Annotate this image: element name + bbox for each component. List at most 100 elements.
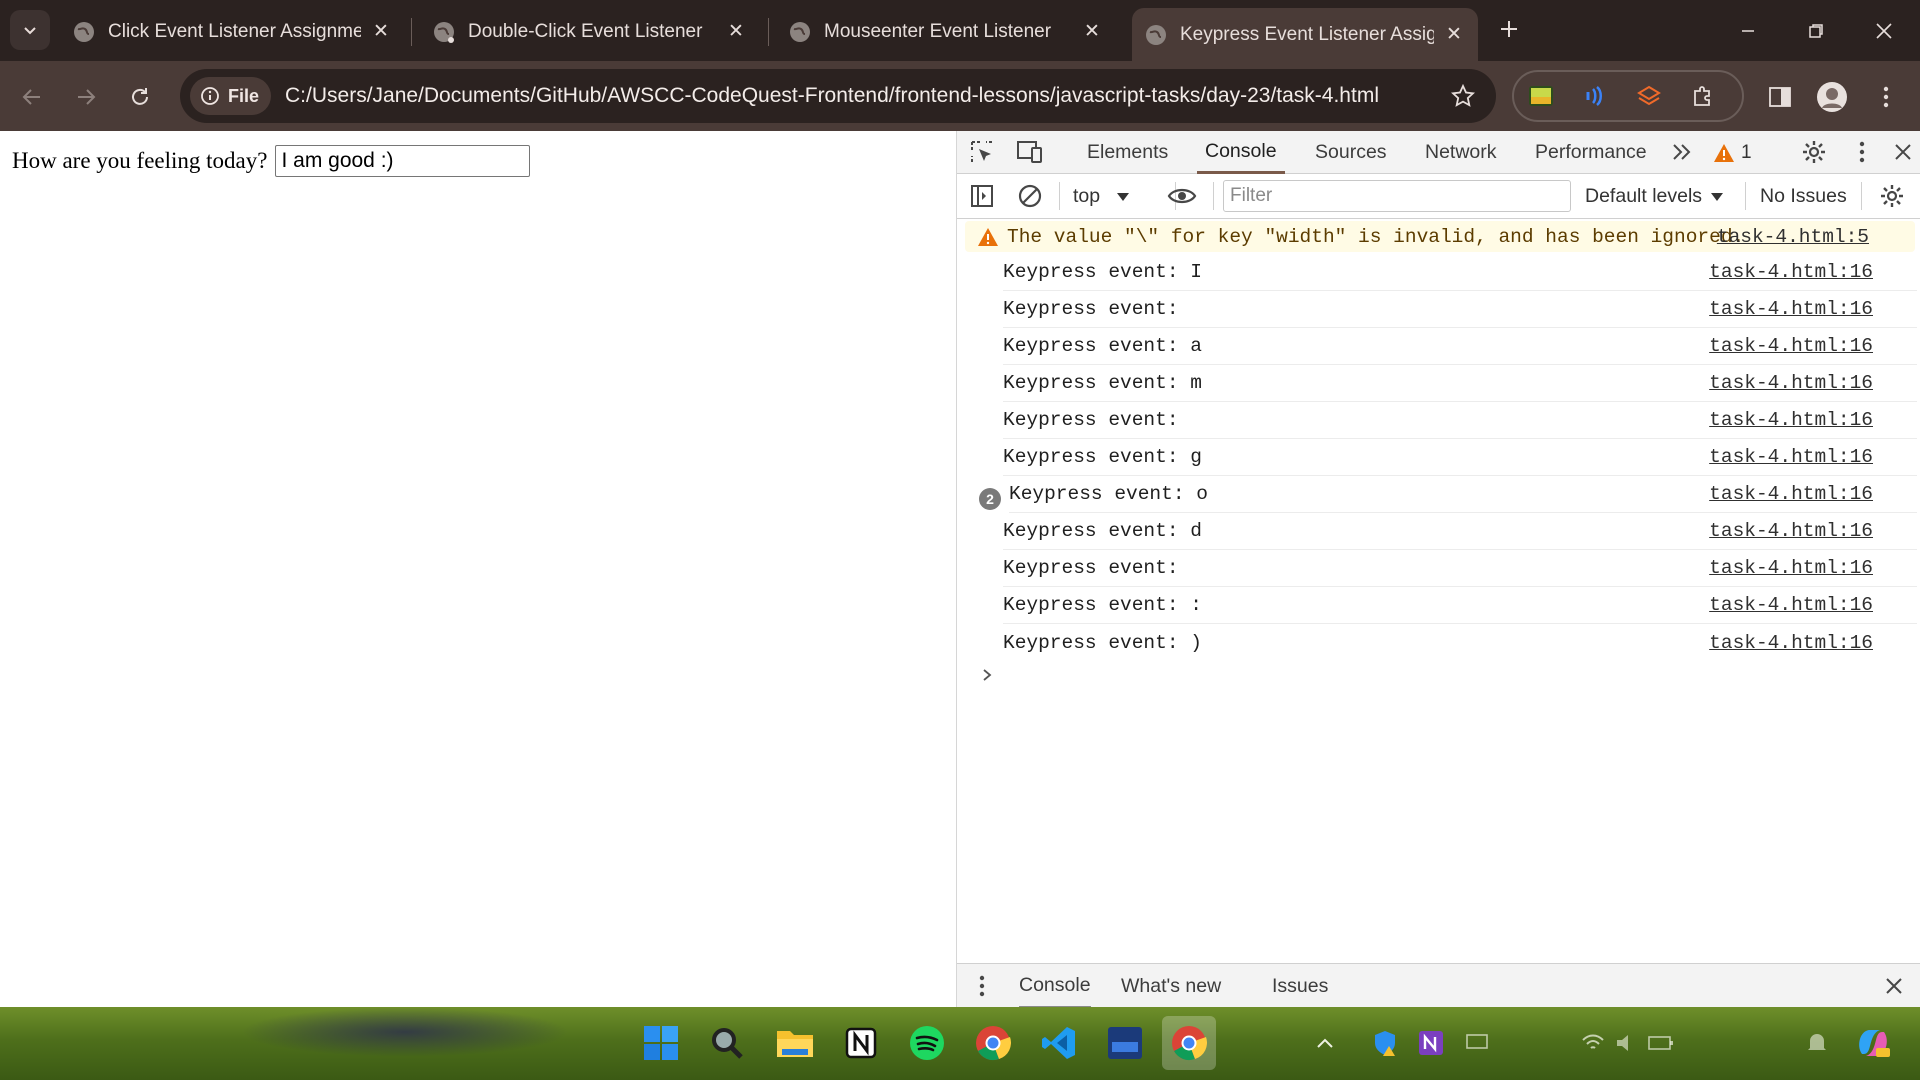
source-link[interactable]: task-4.html:16 [1709,261,1873,283]
tab-sources[interactable]: Sources [1307,131,1395,174]
tab-console[interactable]: Console [1197,131,1285,174]
chrome-logo-icon [1172,1026,1207,1061]
gear-icon [1803,141,1825,163]
show-hidden-icons-button[interactable] [1308,1016,1342,1070]
source-link[interactable]: task-4.html:16 [1709,594,1873,616]
page-viewport: How are you feeling today? [0,131,956,1007]
feeling-input[interactable] [275,145,531,177]
source-link[interactable]: task-4.html:16 [1709,520,1873,542]
clear-circle-icon [1018,184,1042,208]
tab-performance[interactable]: Performance [1527,131,1655,174]
source-link[interactable]: task-4.html:16 [1709,632,1873,654]
chrome-button[interactable] [966,1016,1020,1070]
browser-tab[interactable]: Double-Click Event Listener ✕ [420,8,760,55]
tab-network[interactable]: Network [1417,131,1505,174]
console-settings-button[interactable] [1875,179,1909,213]
close-icon[interactable]: ✕ [1442,23,1466,47]
source-link[interactable]: task-4.html:5 [1717,226,1869,248]
extensions-group [1512,70,1744,122]
onenote-icon [1419,1031,1443,1055]
source-link[interactable]: task-4.html:16 [1709,446,1873,468]
shield-icon [1375,1031,1395,1056]
search-button[interactable] [700,1016,754,1070]
tab-search-button[interactable] [10,10,50,50]
source-link[interactable]: task-4.html:16 [1709,298,1873,320]
bookmark-button[interactable] [1448,81,1478,111]
browser-tab[interactable]: Mouseenter Event Listener ✕ [776,8,1116,55]
close-drawer-button[interactable] [1877,969,1911,1003]
gear-icon [1881,185,1903,207]
notion-button[interactable] [834,1016,888,1070]
close-icon[interactable]: ✕ [369,20,393,44]
battery-tray-button[interactable] [1644,1016,1678,1070]
wifi-tray-button[interactable] [1576,1016,1610,1070]
extension-button[interactable] [1622,72,1676,120]
kebab-menu-icon [1883,86,1889,108]
log-levels-dropdown[interactable]: Default levels [1585,174,1724,219]
restore-button[interactable] [1782,0,1850,61]
console-filter-input[interactable]: Filter [1223,180,1571,212]
side-panel-button[interactable] [1760,77,1800,117]
defender-tray-button[interactable] [1368,1016,1402,1070]
chrome-profile-button[interactable] [1162,1016,1216,1070]
issues-counter[interactable]: No Issues [1760,174,1847,219]
tab-elements[interactable]: Elements [1079,131,1176,174]
new-tab-button[interactable] [1492,12,1526,46]
more-tabs-button[interactable] [1665,135,1699,169]
close-window-button[interactable] [1850,0,1918,61]
source-link[interactable]: task-4.html:16 [1709,335,1873,357]
browser-menu-button[interactable] [1866,77,1906,117]
notifications-button[interactable] [1800,1016,1834,1070]
layers-extension-icon [1637,85,1661,106]
repeat-count-badge: 2 [979,488,1001,510]
devtools-menu-button[interactable] [1845,135,1879,169]
warning-counter[interactable]: 1 [1713,131,1752,174]
live-expression-button[interactable] [1165,179,1199,213]
device-toolbar-button[interactable] [1013,135,1047,169]
extensions-menu-button[interactable] [1676,72,1730,120]
copilot-button[interactable] [1846,1016,1900,1070]
profile-button[interactable] [1812,77,1852,117]
drawer-tab-issues[interactable]: Issues [1272,964,1328,1008]
drawer-tab-whats-new[interactable]: What's new [1121,964,1221,1008]
clear-console-button[interactable] [1013,179,1047,213]
console-sidebar-toggle[interactable] [965,179,999,213]
inspect-element-button[interactable] [965,135,999,169]
url-text[interactable]: C:/Users/Jane/Documents/GitHub/AWSCC-Cod… [285,84,1379,108]
close-icon[interactable]: ✕ [724,20,748,44]
context-selector[interactable]: top [1073,174,1130,219]
browser-tab[interactable]: Click Event Listener Assignment ✕ [60,8,405,55]
bell-icon [1808,1034,1826,1050]
close-icon[interactable]: ✕ [1080,20,1104,44]
file-explorer-button[interactable] [768,1016,822,1070]
back-button[interactable] [12,77,52,117]
onenote-tray-button[interactable] [1414,1016,1448,1070]
drawer-tab-console[interactable]: Console [1019,964,1091,1008]
start-button[interactable] [634,1016,688,1070]
site-info-chip[interactable]: File [190,77,272,115]
arrow-left-icon [22,89,40,105]
devtools-close-button[interactable] [1886,135,1920,169]
tab-title: Click Event Listener Assignment [108,20,361,42]
source-link[interactable]: task-4.html:16 [1709,483,1873,505]
extension-button[interactable] [1568,72,1622,120]
console-log-row: Keypress event: m task-4.html:16 [1003,365,1917,402]
volume-tray-button[interactable] [1610,1016,1644,1070]
spotify-button[interactable] [900,1016,954,1070]
dev-home-button[interactable] [1098,1016,1152,1070]
source-link[interactable]: task-4.html:16 [1709,557,1873,579]
forward-button[interactable] [66,77,106,117]
drawer-menu-button[interactable] [965,969,999,1003]
extension-button[interactable] [1514,72,1568,120]
minimize-button[interactable] [1714,0,1782,61]
vscode-button[interactable] [1032,1016,1086,1070]
address-bar[interactable]: File C:/Users/Jane/Documents/GitHub/AWSC… [180,69,1496,123]
console-log-row: Keypress event: o task-4.html:16 [1009,476,1917,513]
display-tray-button[interactable] [1460,1016,1494,1070]
devtools-settings-button[interactable] [1797,135,1831,169]
reload-button[interactable] [120,77,160,117]
browser-tab-active[interactable]: Keypress Event Listener Assignm ✕ [1132,8,1478,61]
source-link[interactable]: task-4.html:16 [1709,409,1873,431]
source-link[interactable]: task-4.html:16 [1709,372,1873,394]
console-prompt[interactable] [977,665,997,685]
